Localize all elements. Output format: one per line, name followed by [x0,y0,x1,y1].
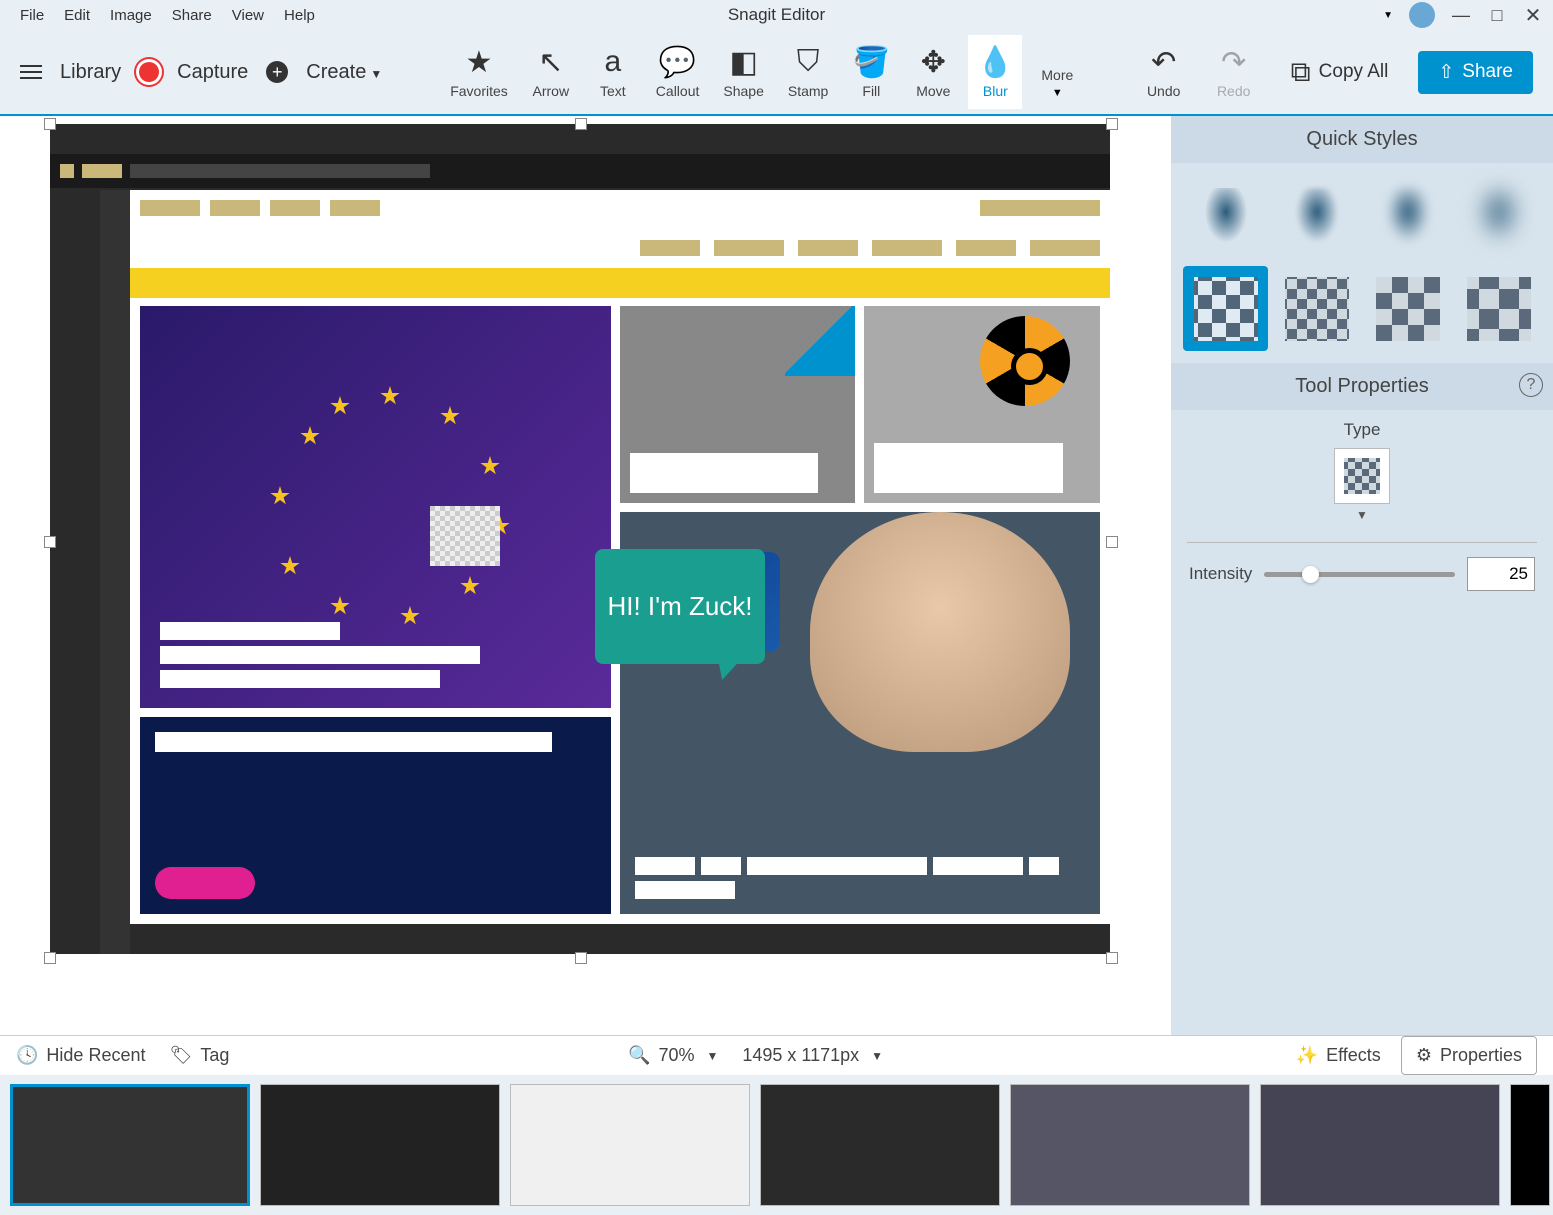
tool-callout[interactable]: 💬Callout [648,35,708,109]
tool-arrow[interactable]: ↖Arrow [524,35,578,109]
toolbar: Library Capture + Create▼ ★Favorites↖Arr… [0,30,1553,116]
style-blur-3[interactable] [1365,175,1450,260]
tool-favorites[interactable]: ★Favorites [442,35,516,109]
create-button[interactable]: Create▼ [306,61,382,84]
tag-button[interactable]: 🏷Tag [169,1045,229,1066]
pink-button [155,867,255,899]
maximize-button[interactable]: □ [1487,5,1507,25]
share-button[interactable]: ⇧Share [1418,51,1533,94]
window-controls: ▼ — □ ✕ [1383,2,1543,28]
resize-handle[interactable] [575,952,587,964]
style-blur-1[interactable] [1183,175,1268,260]
tool-properties-header: Tool Properties ? [1171,363,1553,410]
intensity-label: Intensity [1189,564,1252,584]
menu-edit[interactable]: Edit [54,3,100,28]
type-label: Type [1171,420,1553,440]
resize-handle[interactable] [575,118,587,130]
style-pixelate-1[interactable] [1183,266,1268,351]
resize-handle[interactable] [1106,536,1118,548]
resize-handle[interactable] [44,118,56,130]
hide-recent-button[interactable]: 🕓Hide Recent [16,1045,145,1066]
canvas-area[interactable]: HI! I'm Zuck! [0,116,1171,1035]
intensity-slider[interactable] [1264,572,1455,577]
tool-fill[interactable]: 🪣Fill [844,35,898,109]
menu-image[interactable]: Image [100,3,162,28]
status-bar: 🕓Hide Recent 🏷Tag 🔍70%▼ 1495 x 1171px▼ ✨… [0,1035,1553,1075]
effects-button[interactable]: ✨Effects [1282,1036,1395,1075]
menu-share[interactable]: Share [162,3,222,28]
intensity-input[interactable] [1467,557,1535,591]
undo-button[interactable]: ↶Undo [1137,35,1191,109]
resize-handle[interactable] [44,952,56,964]
recent-tray [0,1075,1553,1215]
tray-thumbnail[interactable] [1260,1084,1500,1206]
resize-handle[interactable] [1106,118,1118,130]
menu-view[interactable]: View [222,3,274,28]
chevron-down-icon[interactable]: ▼ [1171,508,1553,522]
tool-move[interactable]: ✥Move [906,35,960,109]
dimensions-display[interactable]: 1495 x 1171px▼ [742,1045,883,1066]
tray-thumbnail[interactable] [760,1084,1000,1206]
capture-icon[interactable] [139,62,159,82]
tray-thumbnail[interactable] [1010,1084,1250,1206]
menubar: File Edit Image Share View Help Snagit E… [0,0,1553,30]
copy-all-button[interactable]: ⧉Copy All [1277,48,1403,97]
tool-text[interactable]: aText [586,35,640,109]
capture-button[interactable]: Capture [177,61,248,84]
tool-blur[interactable]: 💧Blur [968,35,1022,109]
redo-button[interactable]: ↷Redo [1207,35,1261,109]
tool-shape[interactable]: ◧Shape [715,35,771,109]
minimize-button[interactable]: — [1451,5,1471,25]
style-pixelate-3[interactable] [1365,266,1450,351]
close-button[interactable]: ✕ [1523,5,1543,25]
style-pixelate-4[interactable] [1456,266,1541,351]
style-blur-2[interactable] [1274,175,1359,260]
type-selector[interactable] [1334,448,1390,504]
plus-icon[interactable]: + [266,61,288,83]
tray-thumbnail[interactable] [260,1084,500,1206]
more-tools[interactable]: More▼ [1030,57,1084,109]
menu-help[interactable]: Help [274,3,325,28]
user-avatar[interactable] [1409,2,1435,28]
tray-thumbnail[interactable] [510,1084,750,1206]
resize-handle[interactable] [1106,952,1118,964]
style-pixelate-2[interactable] [1274,266,1359,351]
resize-handle[interactable] [44,536,56,548]
style-blur-4[interactable] [1456,175,1541,260]
tray-thumbnail[interactable] [1510,1084,1550,1206]
menu-file[interactable]: File [10,3,54,28]
tray-thumbnail[interactable] [10,1084,250,1206]
properties-sidebar: Quick Styles Tool Properties ? Type ▼ In… [1171,116,1553,1035]
hamburger-icon[interactable] [20,65,42,79]
callout-annotation[interactable]: HI! I'm Zuck! [595,549,765,664]
zoom-control[interactable]: 🔍70%▼ [628,1045,718,1066]
help-icon[interactable]: ? [1519,373,1543,397]
quick-styles-header: Quick Styles [1171,116,1553,163]
properties-button[interactable]: ⚙Properties [1401,1036,1537,1075]
tool-stamp[interactable]: ⛉Stamp [780,35,836,109]
canvas-image[interactable]: HI! I'm Zuck! [50,124,1110,954]
library-button[interactable]: Library [60,61,121,84]
window-title: Snagit Editor [728,5,825,25]
